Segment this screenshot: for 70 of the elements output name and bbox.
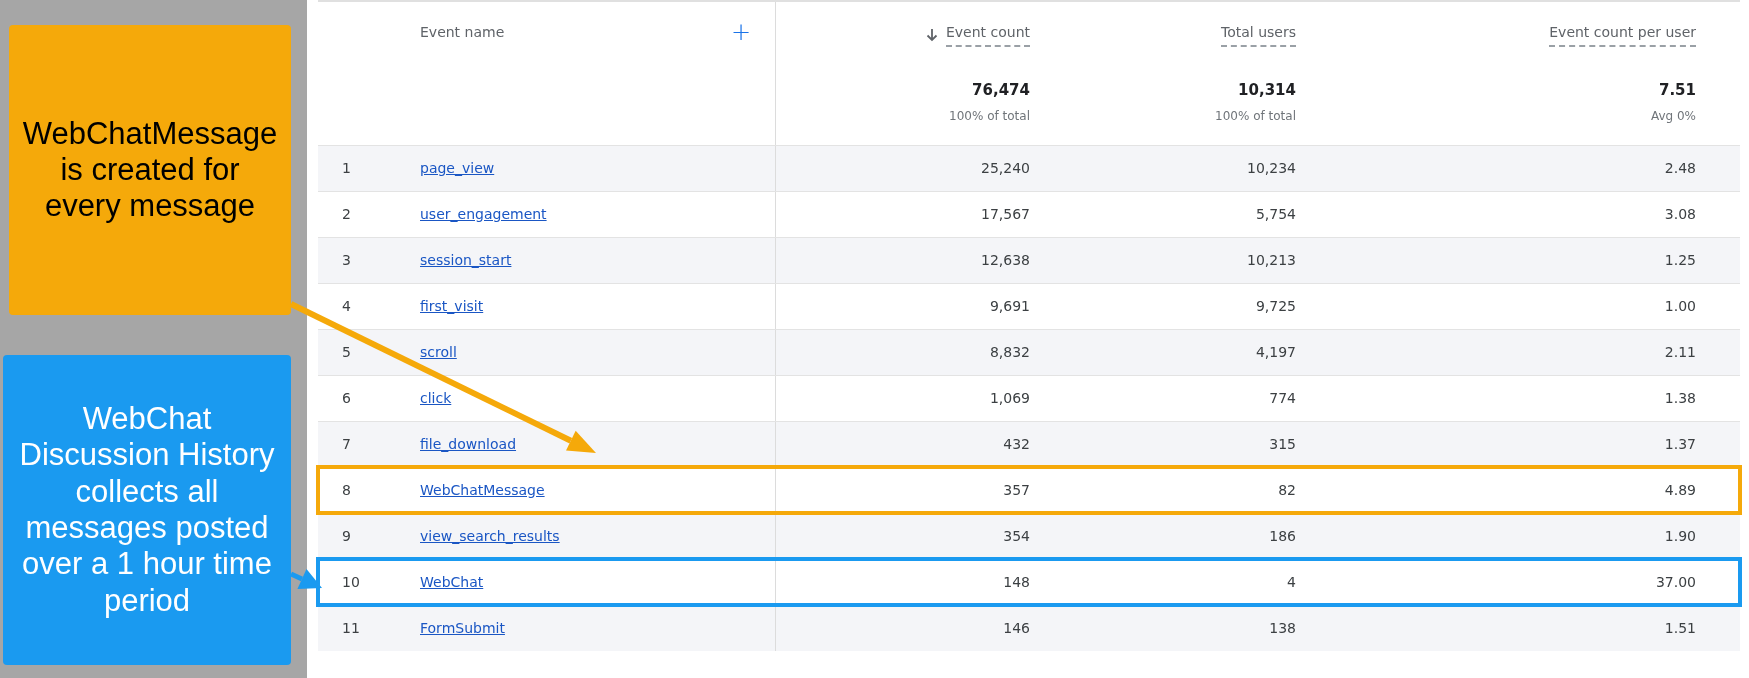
- row-index: 6: [342, 390, 351, 406]
- table-cell-text: 2.11: [1664, 343, 1696, 362]
- table-cell-text: 5,754: [1255, 205, 1296, 224]
- table-cell-text: 25,240: [981, 159, 1030, 178]
- table-cell-text: 82: [1278, 481, 1296, 500]
- table-cell-text: 1.37: [1664, 435, 1696, 454]
- column-header[interactable]: Total users: [1221, 22, 1296, 47]
- table-cell-text: 146: [1003, 619, 1030, 638]
- table-cell-text: 4.89: [1664, 481, 1696, 500]
- table-cell-text: 9,691: [989, 297, 1030, 316]
- row-index: 11: [342, 620, 360, 636]
- table-cell-text: 1.51: [1664, 619, 1696, 638]
- column-header[interactable]: Event count: [945, 22, 1030, 47]
- table-cell-text: 148: [1003, 573, 1030, 592]
- table-cell-text: 186: [1269, 527, 1296, 546]
- table-cell-text: 138: [1269, 619, 1296, 638]
- event-link[interactable]: session_start: [420, 252, 512, 268]
- table-cell-text: 1.38: [1664, 389, 1696, 408]
- total-note: 100% of total: [1215, 107, 1296, 125]
- table-cell-text: 1.00: [1664, 297, 1696, 316]
- table-cell-text: 9,725: [1255, 297, 1296, 316]
- table-cell-text: 1.90: [1664, 527, 1696, 546]
- event-link[interactable]: file_download: [420, 436, 517, 452]
- table-cell-text: 12,638: [981, 251, 1030, 270]
- event-link[interactable]: WebChat: [420, 574, 484, 590]
- event-link[interactable]: page_view: [420, 160, 495, 176]
- row-index: 2: [342, 206, 351, 222]
- table-cell-text: 4,197: [1255, 343, 1296, 362]
- callout-note: WebChatMessage is created for every message: [9, 25, 291, 315]
- event-link[interactable]: user_engagement: [420, 206, 547, 222]
- callout-note: WebChat Discussion History collects all messages posted over a 1 hour time period: [3, 355, 291, 665]
- table-cell-text: 8,832: [989, 343, 1030, 362]
- table-cell-text: 2.48: [1664, 159, 1696, 178]
- sort-descending-icon[interactable]: [925, 27, 938, 42]
- total-note: Avg 0%: [1650, 107, 1696, 125]
- add-column-icon[interactable]: +: [730, 22, 751, 42]
- table-cell-text: 3.08: [1664, 205, 1696, 224]
- row-index: 7: [342, 436, 351, 452]
- arrow: [289, 568, 322, 589]
- table-cell-text: 1,069: [989, 389, 1030, 408]
- event-link[interactable]: first_visit: [420, 298, 484, 314]
- table-cell-text: 357: [1003, 481, 1030, 500]
- table-cell-text: 774: [1269, 389, 1296, 408]
- total-note: 100% of total: [949, 107, 1030, 125]
- event-link[interactable]: scroll: [420, 344, 457, 360]
- total-value: 7.51: [1659, 80, 1696, 101]
- table-cell-text: 10,234: [1247, 159, 1296, 178]
- row-index: 4: [342, 298, 351, 314]
- column-header[interactable]: Event count per user: [1549, 22, 1696, 47]
- row-index: 5: [342, 344, 351, 360]
- event-link[interactable]: view_search_results: [420, 528, 560, 544]
- row-index: 8: [342, 482, 351, 498]
- event-link[interactable]: FormSubmit: [420, 620, 505, 636]
- table-cell-text: 17,567: [981, 205, 1030, 224]
- table-cell-text: 432: [1003, 435, 1030, 454]
- event-link[interactable]: WebChatMessage: [420, 482, 545, 498]
- row-index: 1: [342, 160, 351, 176]
- row-index: 10: [342, 574, 360, 590]
- column-header: Event name: [420, 23, 505, 42]
- table-cell-text: 1.25: [1664, 251, 1696, 270]
- table-cell-text: 10,213: [1247, 251, 1296, 270]
- total-value: 10,314: [1238, 80, 1296, 101]
- table-cell-text: 37.00: [1655, 573, 1696, 592]
- row-index: 3: [342, 252, 351, 268]
- table-cell-text: 4: [1287, 573, 1296, 592]
- table-cell-text: 315: [1269, 435, 1296, 454]
- table-cell-text: 354: [1003, 527, 1030, 546]
- row-index: 9: [342, 528, 351, 544]
- event-link[interactable]: click: [420, 390, 452, 406]
- total-value: 76,474: [972, 80, 1030, 101]
